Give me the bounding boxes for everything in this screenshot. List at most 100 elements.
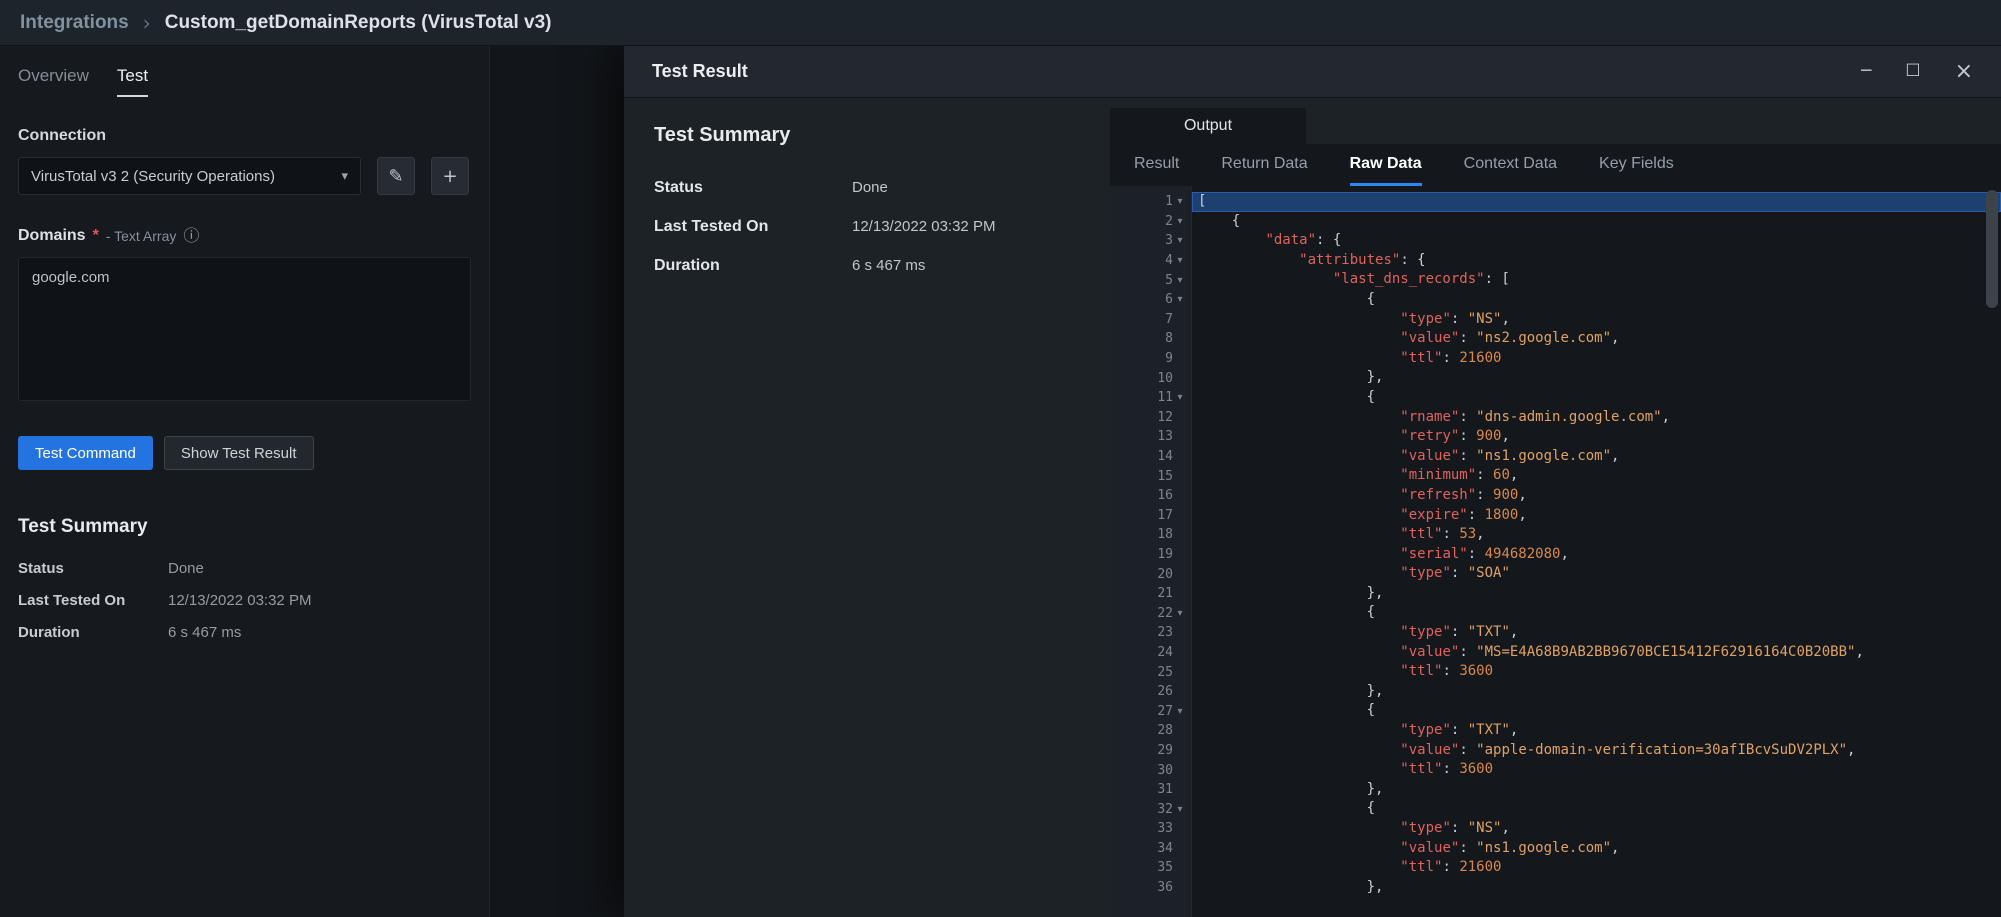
code-line-23[interactable]: "type": "TXT",	[1192, 623, 2001, 643]
summary-label: Status	[18, 560, 168, 577]
summary-label: Last Tested On	[18, 592, 168, 609]
code-line-5[interactable]: "last_dns_records": [	[1192, 270, 2001, 290]
code-line-3[interactable]: "data": {	[1192, 231, 2001, 251]
test-command-button[interactable]: Test Command	[18, 436, 153, 470]
code-line-13[interactable]: "retry": 900,	[1192, 427, 2001, 447]
code-line-31[interactable]: },	[1192, 780, 2001, 800]
editor-code: [ { "data": { "attributes": { "last_dns_…	[1192, 186, 2001, 917]
modal-title: Test Result	[652, 61, 1861, 82]
editor-scrollbar[interactable]	[1986, 190, 1998, 913]
code-line-17[interactable]: "expire": 1800,	[1192, 506, 2001, 526]
fold-toggle-icon[interactable]: ▾	[1173, 235, 1187, 246]
code-line-8[interactable]: "value": "ns2.google.com",	[1192, 329, 2001, 349]
breadcrumb-integrations[interactable]: Integrations	[20, 12, 129, 34]
tab-return-data[interactable]: Return Data	[1221, 144, 1307, 186]
code-line-19[interactable]: "serial": 494682080,	[1192, 545, 2001, 565]
code-editor[interactable]: 1▾2▾3▾4▾5▾6▾7891011▾12131415161718192021…	[1110, 186, 2001, 917]
edit-connection-button[interactable]: ✎	[377, 157, 415, 195]
gutter-line: 13	[1110, 427, 1191, 447]
code-line-22[interactable]: {	[1192, 603, 2001, 623]
code-line-20[interactable]: "type": "SOA"	[1192, 564, 2001, 584]
code-line-32[interactable]: {	[1192, 799, 2001, 819]
code-line-21[interactable]: },	[1192, 584, 2001, 604]
fold-toggle-icon[interactable]: ▾	[1173, 804, 1187, 815]
code-line-25[interactable]: "ttl": 3600	[1192, 662, 2001, 682]
modal-summary-rows: StatusDoneLast Tested On12/13/2022 03:32…	[654, 179, 1080, 275]
line-number: 35	[1129, 860, 1173, 875]
tab-raw-data[interactable]: Raw Data	[1350, 144, 1422, 186]
line-number: 8	[1129, 331, 1173, 346]
close-icon[interactable]: ×	[1955, 61, 1973, 83]
code-line-2[interactable]: {	[1192, 212, 2001, 232]
code-line-18[interactable]: "ttl": 53,	[1192, 525, 2001, 545]
gutter-line: 24	[1110, 643, 1191, 663]
show-test-result-button[interactable]: Show Test Result	[164, 436, 314, 470]
minimize-icon[interactable]: ─	[1861, 63, 1871, 80]
fold-toggle-icon[interactable]: ▾	[1173, 196, 1187, 207]
add-connection-button[interactable]: +	[431, 157, 469, 195]
code-line-15[interactable]: "minimum": 60,	[1192, 466, 2001, 486]
tab-result[interactable]: Result	[1134, 144, 1179, 186]
fold-toggle-icon[interactable]: ▾	[1173, 216, 1187, 227]
tab-test[interactable]: Test	[117, 66, 148, 97]
summary-value: 6 s 467 ms	[168, 624, 241, 641]
gutter-line: 27▾	[1110, 701, 1191, 721]
code-line-36[interactable]: },	[1192, 878, 2001, 898]
fold-toggle-icon[interactable]: ▾	[1173, 255, 1187, 266]
tab-context-data[interactable]: Context Data	[1464, 144, 1557, 186]
code-line-24[interactable]: "value": "MS=E4A68B9AB2BB9670BCE15412F62…	[1192, 643, 2001, 663]
code-line-33[interactable]: "type": "NS",	[1192, 819, 2001, 839]
fold-toggle-icon[interactable]: ▾	[1173, 275, 1187, 286]
code-line-11[interactable]: {	[1192, 388, 2001, 408]
domains-type-hint: - Text Array	[106, 228, 177, 244]
maximize-icon[interactable]: ☐	[1905, 63, 1920, 80]
line-number: 34	[1129, 841, 1173, 856]
gutter-line: 33	[1110, 819, 1191, 839]
connection-select[interactable]: VirusTotal v3 2 (Security Operations) ▾	[18, 157, 361, 195]
line-number: 27	[1129, 704, 1173, 719]
line-number: 33	[1129, 821, 1173, 836]
gutter-line: 15	[1110, 466, 1191, 486]
breadcrumb-separator-icon: ›	[143, 13, 151, 33]
code-line-30[interactable]: "ttl": 3600	[1192, 760, 2001, 780]
summary-label: Duration	[654, 257, 852, 275]
line-number: 4	[1129, 253, 1173, 268]
code-line-9[interactable]: "ttl": 21600	[1192, 349, 2001, 369]
scrollbar-thumb[interactable]	[1986, 190, 1998, 308]
domains-input[interactable]: google.com	[18, 257, 471, 401]
tab-key-fields[interactable]: Key Fields	[1599, 144, 1674, 186]
code-line-12[interactable]: "rname": "dns-admin.google.com",	[1192, 408, 2001, 428]
tab-overview[interactable]: Overview	[18, 66, 89, 97]
domains-label: Domains	[18, 227, 86, 245]
domains-field-header: Domains * - Text Array ⓘ	[18, 227, 471, 245]
tab-output[interactable]: Output	[1110, 108, 1306, 144]
required-marker: *	[93, 227, 99, 245]
code-line-28[interactable]: "type": "TXT",	[1192, 721, 2001, 741]
gutter-line: 7	[1110, 310, 1191, 330]
code-line-4[interactable]: "attributes": {	[1192, 251, 2001, 271]
code-line-35[interactable]: "ttl": 21600	[1192, 858, 2001, 878]
code-line-26[interactable]: },	[1192, 682, 2001, 702]
code-line-7[interactable]: "type": "NS",	[1192, 310, 2001, 330]
code-line-6[interactable]: {	[1192, 290, 2001, 310]
fold-toggle-icon[interactable]: ▾	[1173, 294, 1187, 305]
code-line-27[interactable]: {	[1192, 701, 2001, 721]
code-line-29[interactable]: "value": "apple-domain-verification=30af…	[1192, 741, 2001, 761]
code-line-10[interactable]: },	[1192, 368, 2001, 388]
gutter-line: 16	[1110, 486, 1191, 506]
fold-toggle-icon[interactable]: ▾	[1173, 608, 1187, 619]
gutter-line: 20	[1110, 564, 1191, 584]
gutter-line: 30	[1110, 760, 1191, 780]
info-icon[interactable]: ⓘ	[183, 228, 199, 244]
code-line-34[interactable]: "value": "ns1.google.com",	[1192, 839, 2001, 859]
line-number: 32	[1129, 802, 1173, 817]
code-line-16[interactable]: "refresh": 900,	[1192, 486, 2001, 506]
summary-row: Duration6 s 467 ms	[18, 624, 471, 641]
fold-toggle-icon[interactable]: ▾	[1173, 706, 1187, 717]
fold-toggle-icon[interactable]: ▾	[1173, 392, 1187, 403]
summary-label: Duration	[18, 624, 168, 641]
connection-label: Connection	[18, 127, 471, 145]
code-line-14[interactable]: "value": "ns1.google.com",	[1192, 447, 2001, 467]
summary-row: Last Tested On12/13/2022 03:32 PM	[654, 218, 1080, 236]
code-line-1[interactable]: [	[1192, 192, 2001, 212]
